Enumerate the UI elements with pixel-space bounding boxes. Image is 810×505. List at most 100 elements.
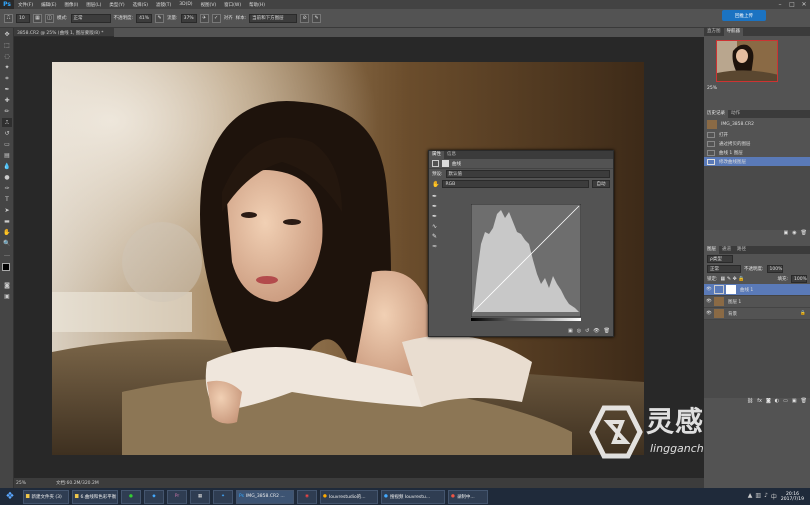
network-icon[interactable]: ▥ xyxy=(755,492,761,501)
qq-icon[interactable]: ◆ xyxy=(144,489,164,504)
type-tool-icon[interactable]: T xyxy=(2,195,12,204)
ignore-adjustment-icon[interactable]: ⊘ xyxy=(300,13,310,23)
layer-opacity-input[interactable]: 100% xyxy=(766,265,783,273)
new-document-icon[interactable]: ▣ xyxy=(784,230,789,238)
document-tab[interactable]: 3858.CR2 @ 25% (曲线 1, 图层蒙版/8) * xyxy=(14,28,114,37)
eyedropper-gray-icon[interactable]: ✒ xyxy=(432,203,440,213)
view-previous-icon[interactable]: ◎ xyxy=(577,328,581,334)
color-swatches[interactable] xyxy=(1,262,13,278)
tab-info[interactable]: 信息 xyxy=(444,151,459,159)
close-button[interactable]: ✕ xyxy=(798,0,810,9)
pressure-size-icon[interactable]: ✎ xyxy=(312,13,322,23)
gradient-tool-icon[interactable]: ▤ xyxy=(2,151,12,160)
menu-type[interactable]: 类型(Y) xyxy=(105,2,128,8)
target-adjust-icon[interactable]: ✋ xyxy=(432,181,439,188)
wechat-icon[interactable]: ● xyxy=(121,489,141,504)
tab-paths[interactable]: 路径 xyxy=(734,246,749,254)
visibility-eye-icon[interactable]: 👁 xyxy=(704,311,714,316)
path-select-tool-icon[interactable]: ➤ xyxy=(2,206,12,215)
bird-app-icon[interactable]: ✦ xyxy=(213,489,233,504)
menu-image[interactable]: 图像(I) xyxy=(60,2,82,8)
link-layers-icon[interactable]: ⛓ xyxy=(747,398,753,406)
fx-icon[interactable]: fx xyxy=(757,398,762,406)
move-tool-icon[interactable]: ✥ xyxy=(2,30,12,39)
menu-help[interactable]: 帮助(H) xyxy=(245,2,269,8)
eyedropper-tool-icon[interactable]: ✒ xyxy=(2,85,12,94)
add-mask-icon[interactable]: ◙ xyxy=(766,398,771,406)
taskbar-item[interactable]: ▆ 6.曲线和色彩平衡 xyxy=(72,489,118,504)
taskbar-item-recording[interactable]: ● 录制中... xyxy=(448,489,488,504)
fill-input[interactable]: 100% xyxy=(791,275,807,283)
layer-name[interactable]: 曲线 1 xyxy=(740,287,753,293)
clone-source-icon[interactable]: ◫ xyxy=(45,13,54,23)
eraser-tool-icon[interactable]: ▭ xyxy=(2,140,12,149)
foreground-color[interactable] xyxy=(2,263,10,271)
volume-icon[interactable]: ♪ xyxy=(764,492,768,501)
menu-filter[interactable]: 滤镜(T) xyxy=(152,2,175,8)
explorer-icon[interactable]: ▦ xyxy=(190,489,210,504)
quick-select-tool-icon[interactable]: ✦ xyxy=(2,63,12,72)
opacity-input[interactable]: 41% xyxy=(136,13,153,23)
preset-select[interactable]: 默认值 xyxy=(445,170,610,178)
tab-actions[interactable]: 动作 xyxy=(728,110,743,118)
navigator-zoom[interactable]: 25% xyxy=(704,86,810,94)
pressure-opacity-icon[interactable]: ✎ xyxy=(155,13,165,23)
brush-tool-icon[interactable]: ✏ xyxy=(2,107,12,116)
lock-icons[interactable]: ▦ ✎ ✥ 🔒 xyxy=(721,276,745,282)
input-method-icon[interactable]: 中 xyxy=(771,492,777,501)
snapshot-icon[interactable]: ◉ xyxy=(792,230,796,238)
taskbar-item[interactable]: ▆ 新建文件夹 (3) xyxy=(23,489,69,504)
history-item[interactable]: 曲线 1 图层 xyxy=(704,148,810,157)
eyedropper-white-icon[interactable]: ✒ xyxy=(432,213,440,223)
hand-tool-icon[interactable]: ✋ xyxy=(2,228,12,237)
channel-select[interactable]: RGB xyxy=(442,180,589,188)
delete-layer-icon[interactable]: 🗑 xyxy=(801,398,807,406)
tab-history[interactable]: 历史记录 xyxy=(704,110,728,118)
marquee-tool-icon[interactable]: ⬚ xyxy=(2,41,12,50)
navigator-preview[interactable] xyxy=(716,40,778,82)
layer-row-layer1[interactable]: 👁 图层 1 xyxy=(704,296,810,308)
visibility-eye-icon[interactable]: 👁 xyxy=(704,287,714,292)
healing-tool-icon[interactable]: ✚ xyxy=(2,96,12,105)
mode-select[interactable]: 正常 xyxy=(70,13,111,23)
airbrush-icon[interactable]: ✈ xyxy=(199,13,209,23)
menu-edit[interactable]: 编辑(E) xyxy=(37,2,60,8)
visibility-eye-icon[interactable]: 👁 xyxy=(704,299,714,304)
taskbar-item[interactable]: ● louvrestudio的... xyxy=(320,489,378,504)
shape-tool-icon[interactable]: ▬ xyxy=(2,217,12,226)
auto-button[interactable]: 自动 xyxy=(592,180,610,188)
delete-icon[interactable]: 🗑 xyxy=(604,328,610,334)
blend-mode-select[interactable]: 正常 xyxy=(707,265,741,273)
more-tools-icon[interactable]: … xyxy=(2,250,12,259)
curve-edit-icon[interactable]: ∿ xyxy=(432,223,440,233)
align-checkbox[interactable]: ✓ xyxy=(211,13,221,23)
clock[interactable]: 20:16 2017/7/19 xyxy=(781,492,804,502)
maximize-button[interactable]: □ xyxy=(786,0,798,9)
layer-kind-filter[interactable]: ρ类型 xyxy=(707,255,733,263)
crop-tool-icon[interactable]: ⌗ xyxy=(2,74,12,83)
group-icon[interactable]: ▭ xyxy=(783,398,788,406)
taskbar-item-photoshop[interactable]: Ps IMG_3858.CR2 ... xyxy=(236,489,294,504)
tab-navigator[interactable]: 导航器 xyxy=(723,28,743,36)
mask-icon[interactable] xyxy=(442,160,449,167)
layer-name[interactable]: 背景 xyxy=(728,311,737,317)
sample-select[interactable]: 当前和下方图层 xyxy=(249,13,298,23)
pen-tool-icon[interactable]: ✑ xyxy=(2,184,12,193)
dodge-tool-icon[interactable]: ● xyxy=(2,173,12,182)
chrome-icon[interactable]: ◉ xyxy=(297,489,317,504)
eyedropper-black-icon[interactable]: ✒ xyxy=(432,193,440,203)
history-item[interactable]: 打开 xyxy=(704,130,810,139)
visibility-icon[interactable]: 👁 xyxy=(593,328,599,334)
menu-file[interactable]: 文件(F) xyxy=(14,2,37,8)
tab-channels[interactable]: 通道 xyxy=(719,246,734,254)
zoom-tool-icon[interactable]: 🔍 xyxy=(2,239,12,248)
layer-mask-thumbnail[interactable] xyxy=(726,285,736,294)
reset-icon[interactable]: ↺ xyxy=(585,328,589,334)
layer-row-background[interactable]: 👁 背景 🔒 xyxy=(704,308,810,320)
flow-input[interactable]: 37% xyxy=(180,13,197,23)
menu-view[interactable]: 视图(V) xyxy=(197,2,221,8)
clone-stamp-tool-icon[interactable]: ⎍ xyxy=(2,118,12,127)
lasso-tool-icon[interactable]: ◌ xyxy=(2,52,12,61)
history-item-active[interactable]: 修改曲线图层 xyxy=(704,157,810,166)
screen-mode-icon[interactable]: ▣ xyxy=(2,292,12,301)
